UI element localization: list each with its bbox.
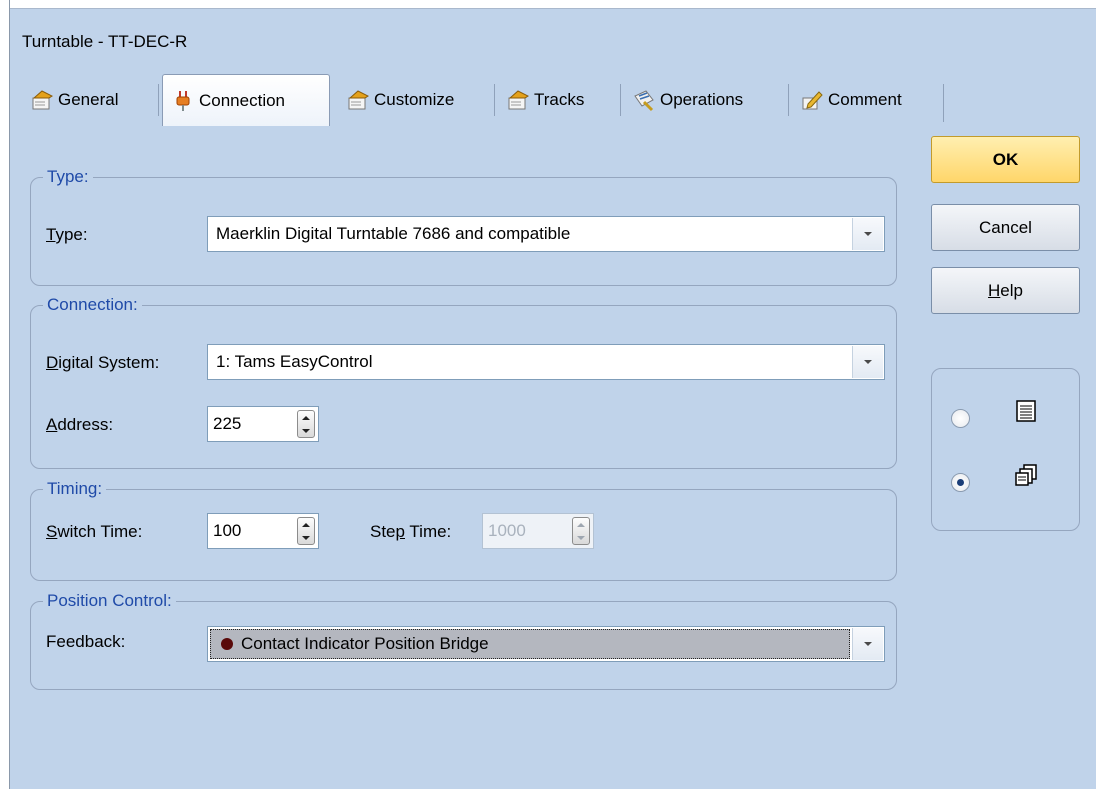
feedback-label: Feedback:	[46, 632, 126, 651]
type-group-legend: Type:	[43, 167, 93, 187]
tab-connection-label: Connection	[199, 90, 286, 110]
feedback-dropdown-selection: Contact Indicator Position Bridge	[210, 629, 850, 659]
chevron-up-icon	[302, 522, 310, 527]
tab-operations-label: Operations	[660, 90, 744, 109]
window-frame-left	[0, 0, 10, 789]
customize-tab-icon	[348, 90, 369, 110]
chevron-down-icon	[864, 642, 872, 646]
status-dot-icon	[221, 638, 233, 650]
operations-tab-icon	[634, 90, 654, 112]
help-button-mnemonic: H	[988, 280, 1001, 300]
tracks-tab-icon	[508, 90, 529, 110]
window-frame-top	[0, 0, 1096, 9]
cancel-button[interactable]: Cancel	[931, 204, 1080, 251]
tab-separator	[158, 84, 159, 116]
tab-customize[interactable]: Customize	[338, 78, 488, 122]
switch-time-label-mnemonic: S	[46, 522, 58, 541]
feedback-dropdown-button[interactable]	[852, 628, 883, 660]
plug-icon	[176, 90, 190, 111]
tab-tracks-label: Tracks	[534, 90, 585, 109]
step-time-value: 1000	[488, 521, 526, 540]
type-dropdown-button[interactable]	[852, 218, 883, 250]
switch-time-label-text: witch Time:	[57, 522, 143, 541]
tab-separator	[494, 84, 495, 116]
digital-system-dropdown[interactable]: 1: Tams EasyControl	[207, 344, 885, 380]
chevron-up-icon	[577, 522, 585, 527]
tab-general-label: General	[58, 90, 119, 109]
type-label: Type:	[46, 225, 88, 245]
feedback-dropdown[interactable]: Contact Indicator Position Bridge	[207, 626, 885, 662]
chevron-down-icon	[864, 360, 872, 364]
tab-customize-label: Customize	[374, 90, 455, 109]
step-time-label-mnemonic: p	[395, 522, 405, 541]
list-view-radio[interactable]	[951, 409, 970, 428]
tab-tracks[interactable]: Tracks	[498, 78, 616, 122]
ok-button[interactable]: OK	[931, 136, 1080, 183]
tab-separator	[620, 84, 621, 116]
tab-strip-end	[943, 84, 944, 122]
tab-comment-label: Comment	[828, 90, 902, 109]
general-tab-icon	[32, 90, 53, 110]
view-mode-panel	[931, 368, 1080, 531]
digital-system-dropdown-value: 1: Tams EasyControl	[216, 352, 373, 371]
address-label-text: ddress:	[57, 415, 114, 434]
connection-group-legend: Connection:	[43, 295, 142, 315]
switch-time-spin-buttons[interactable]	[297, 517, 315, 545]
address-label: Address:	[46, 415, 113, 435]
type-dropdown-value: Maerklin Digital Turntable 7686 and comp…	[216, 224, 571, 243]
address-spin-buttons[interactable]	[297, 410, 315, 438]
address-value[interactable]: 225	[208, 414, 297, 434]
help-button-label: elp	[1000, 280, 1023, 300]
feedback-dropdown-value: Contact Indicator Position Bridge	[241, 634, 489, 653]
switch-time-spinner[interactable]: 100	[207, 513, 319, 549]
tab-comment[interactable]: Comment	[792, 78, 936, 122]
step-time-spinner: 1000	[482, 513, 594, 549]
digital-system-label: Digital System:	[46, 353, 159, 373]
connection-group: Connection:	[30, 295, 897, 469]
dialog-title: Turntable - TT-DEC-R	[22, 32, 188, 51]
chevron-down-icon	[864, 232, 872, 236]
chevron-up-icon	[302, 415, 310, 420]
type-dropdown[interactable]: Maerklin Digital Turntable 7686 and comp…	[207, 216, 885, 252]
position-control-group-legend: Position Control:	[43, 591, 176, 611]
tab-strip: General Connection Customize Tracks Oper…	[22, 74, 946, 126]
step-time-label-before: Ste	[370, 522, 396, 541]
tab-connection[interactable]: Connection	[162, 74, 330, 126]
step-time-label-after: Time:	[405, 522, 452, 541]
comment-pen-icon	[802, 91, 823, 110]
step-time-spin-buttons	[572, 517, 590, 545]
chevron-down-icon	[302, 428, 310, 433]
multi-page-view-radio[interactable]	[951, 473, 970, 492]
multi-page-view-icon	[1015, 464, 1037, 486]
chevron-down-icon	[302, 535, 310, 540]
tab-separator	[788, 84, 789, 116]
type-label-text: ype:	[55, 225, 88, 244]
address-label-mnemonic: A	[46, 415, 58, 434]
help-button[interactable]: Help	[931, 267, 1080, 314]
switch-time-label: Switch Time:	[46, 522, 142, 542]
switch-time-value[interactable]: 100	[208, 521, 297, 541]
digital-system-dropdown-button[interactable]	[852, 346, 883, 378]
tab-operations[interactable]: Operations	[624, 78, 784, 122]
tab-general[interactable]: General	[22, 78, 154, 122]
digital-system-label-mnemonic: D	[46, 353, 59, 372]
chevron-down-icon	[577, 535, 585, 540]
timing-group: Timing:	[30, 479, 897, 581]
address-spinner[interactable]: 225	[207, 406, 319, 442]
step-time-label: Step Time:	[370, 522, 451, 542]
digital-system-label-text: igital System:	[58, 353, 160, 372]
timing-group-legend: Timing:	[43, 479, 107, 499]
list-view-icon	[1016, 400, 1036, 422]
